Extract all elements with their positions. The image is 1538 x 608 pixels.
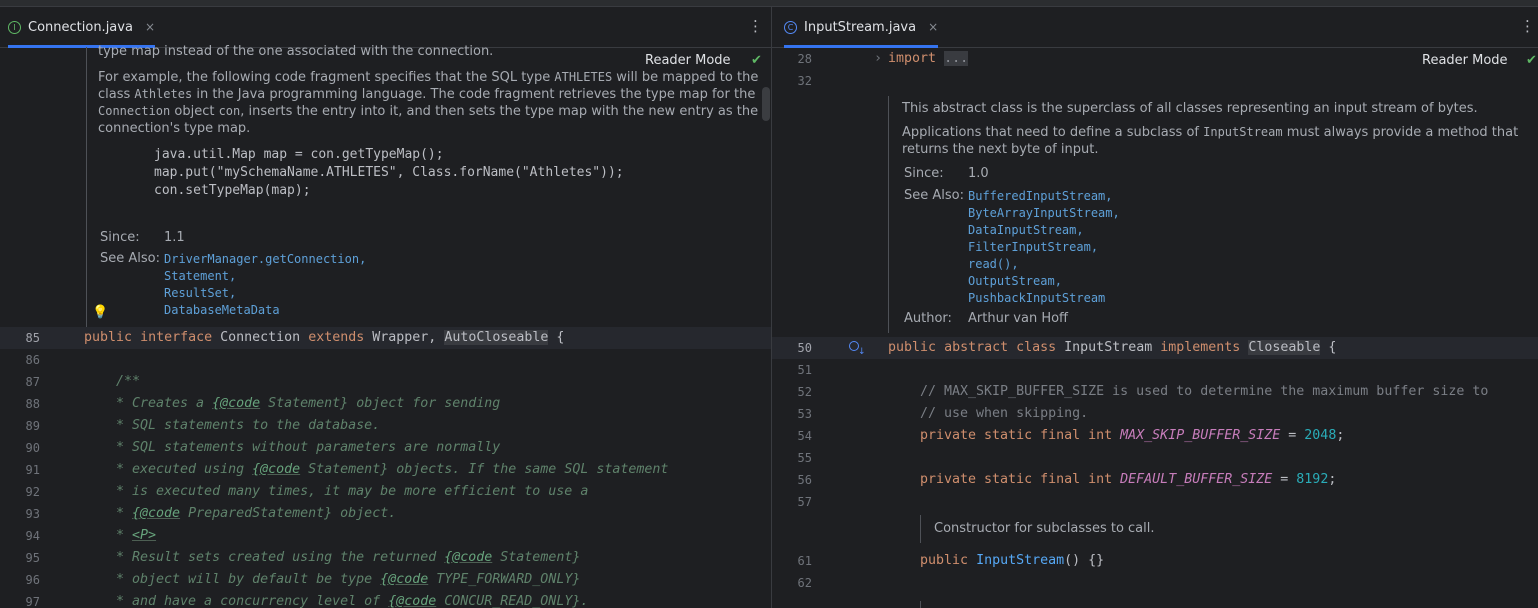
doc-paragraph: For example, the following code fragment… [98,70,759,136]
constructor-doc: Constructor for subclasses to call. [934,521,1155,536]
code-line-import[interactable]: import ... [888,51,969,66]
editor-pane-connection: I Connection.java × ⋮ type map instead o… [0,7,771,608]
line-number: 54 [797,429,812,443]
code-line[interactable]: public interface Connection extends Wrap… [84,330,564,345]
since-label: Since: [100,230,140,245]
code-line[interactable]: * Result sets created using the returned… [116,550,580,565]
line-number: 55 [797,451,812,465]
tab-bar: C InputStream.java × ⋮ [772,7,1538,48]
line-number: 95 [25,551,40,565]
author-value: Arthur van Hoff [968,311,1069,326]
line-number: 62 [797,576,812,590]
since-label: Since: [904,166,944,181]
line-number: 88 [25,397,40,411]
see-also-link[interactable]: FilterInputStream, [968,240,1098,254]
tab-title: Connection.java [28,19,133,35]
doc-border [920,601,921,608]
no-problems-check-icon[interactable]: ✔ [751,53,762,68]
down-arrow-icon: ↓ [858,347,866,357]
doc-cut-line: type map instead of the one associated w… [98,44,494,59]
line-number: 56 [797,473,812,487]
tab-title: InputStream.java [804,19,917,35]
line-number: 92 [25,485,40,499]
code-line[interactable]: // use when skipping. [920,406,1088,421]
code-line[interactable]: * SQL statements without parameters are … [116,440,500,455]
line-number: 85 [25,331,40,345]
doc-paragraph: This abstract class is the superclass of… [902,101,1478,116]
code-line[interactable]: /** [116,374,140,389]
doc-code-line: con.setTypeMap(map); [154,183,311,198]
see-also-link[interactable]: ByteArrayInputStream, [968,206,1120,220]
since-value: 1.0 [968,166,989,181]
tab-bar: I Connection.java × ⋮ [0,7,771,48]
lightbulb-icon[interactable]: 💡 [92,305,108,320]
code-line[interactable]: * executed using {@code Statement} objec… [116,462,668,477]
close-tab-icon[interactable]: × [145,20,155,34]
code-line[interactable]: * Creates a {@code Statement} object for… [116,396,500,411]
see-also-link[interactable]: BufferedInputStream, [968,189,1113,203]
close-tab-icon[interactable]: × [928,20,938,34]
window-top-bar [0,0,1538,7]
line-number: 90 [25,441,40,455]
line-number: 91 [25,463,40,477]
code-line[interactable]: * and have a concurrency level of {@code… [116,594,588,608]
more-options-icon[interactable]: ⋮ [1520,17,1535,35]
no-problems-check-icon[interactable]: ✔ [1526,53,1537,68]
line-number: 52 [797,385,812,399]
code-line[interactable]: private static final int MAX_SKIP_BUFFER… [920,428,1344,443]
code-line[interactable]: public InputStream() {} [920,553,1104,568]
line-number: 32 [797,74,812,88]
reader-mode-button[interactable]: Reader Mode [1422,53,1508,68]
code-line[interactable]: // MAX_SKIP_BUFFER_SIZE is used to deter… [920,384,1488,399]
code-line[interactable]: * {@code PreparedStatement} object. [116,506,396,521]
line-number: 57 [797,495,812,509]
doc-code-line: java.util.Map map = con.getTypeMap(); [154,147,444,162]
tab-connection-java[interactable]: I Connection.java × [8,7,155,48]
editor-pane-inputstream: C InputStream.java × ⋮ 28 32 › import ..… [772,7,1538,608]
line-number: 61 [797,554,812,568]
see-also-link[interactable]: OutputStream, [968,274,1062,288]
code-line[interactable]: * <P> [116,528,156,543]
line-number: 89 [25,419,40,433]
scrollbar-thumb[interactable] [762,87,770,121]
line-number: 96 [25,573,40,587]
class-icon: C [784,20,797,34]
see-also-link[interactable]: DriverManager.getConnection, [164,252,366,266]
line-number: 94 [25,529,40,543]
line-number: 93 [25,507,40,521]
doc-border [86,47,87,327]
fold-chevron-icon[interactable]: › [874,51,882,66]
line-number: 86 [25,353,40,367]
see-also-link[interactable]: DatabaseMetaData [164,303,280,317]
see-also-link[interactable]: Statement, [164,269,236,283]
doc-border [920,515,921,543]
since-value: 1.1 [164,230,185,245]
more-options-icon[interactable]: ⋮ [748,17,763,35]
see-also-label: See Also: [904,188,964,203]
see-also-link[interactable]: read(), [968,257,1019,271]
see-also-link[interactable]: PushbackInputStream [968,291,1105,305]
see-also-link[interactable]: DataInputStream, [968,223,1084,237]
line-number: 87 [25,375,40,389]
line-number: 50 [797,341,812,355]
code-line[interactable]: * is executed many times, it may be more… [116,484,588,499]
line-number: 53 [797,407,812,421]
see-also-label: See Also: [100,251,160,266]
code-line[interactable]: public abstract class InputStream implem… [888,340,1336,355]
doc-paragraph: Applications that need to define a subcl… [902,125,1519,157]
tab-inputstream-java[interactable]: C InputStream.java × [784,7,939,48]
doc-border [888,96,889,333]
see-also-link[interactable]: ResultSet, [164,286,236,300]
author-label: Author: [904,311,952,326]
doc-code-line: map.put("mySchemaName.ATHLETES", Class.f… [154,165,624,180]
code-line[interactable]: * object will by default be type {@code … [116,572,580,587]
code-line[interactable]: private static final int DEFAULT_BUFFER_… [920,472,1336,487]
code-line[interactable]: * SQL statements to the database. [116,418,380,433]
line-number: 51 [797,363,812,377]
interface-icon: I [8,20,21,34]
line-number: 97 [25,595,40,608]
reader-mode-button[interactable]: Reader Mode [645,53,731,68]
line-number: 28 [797,52,812,66]
